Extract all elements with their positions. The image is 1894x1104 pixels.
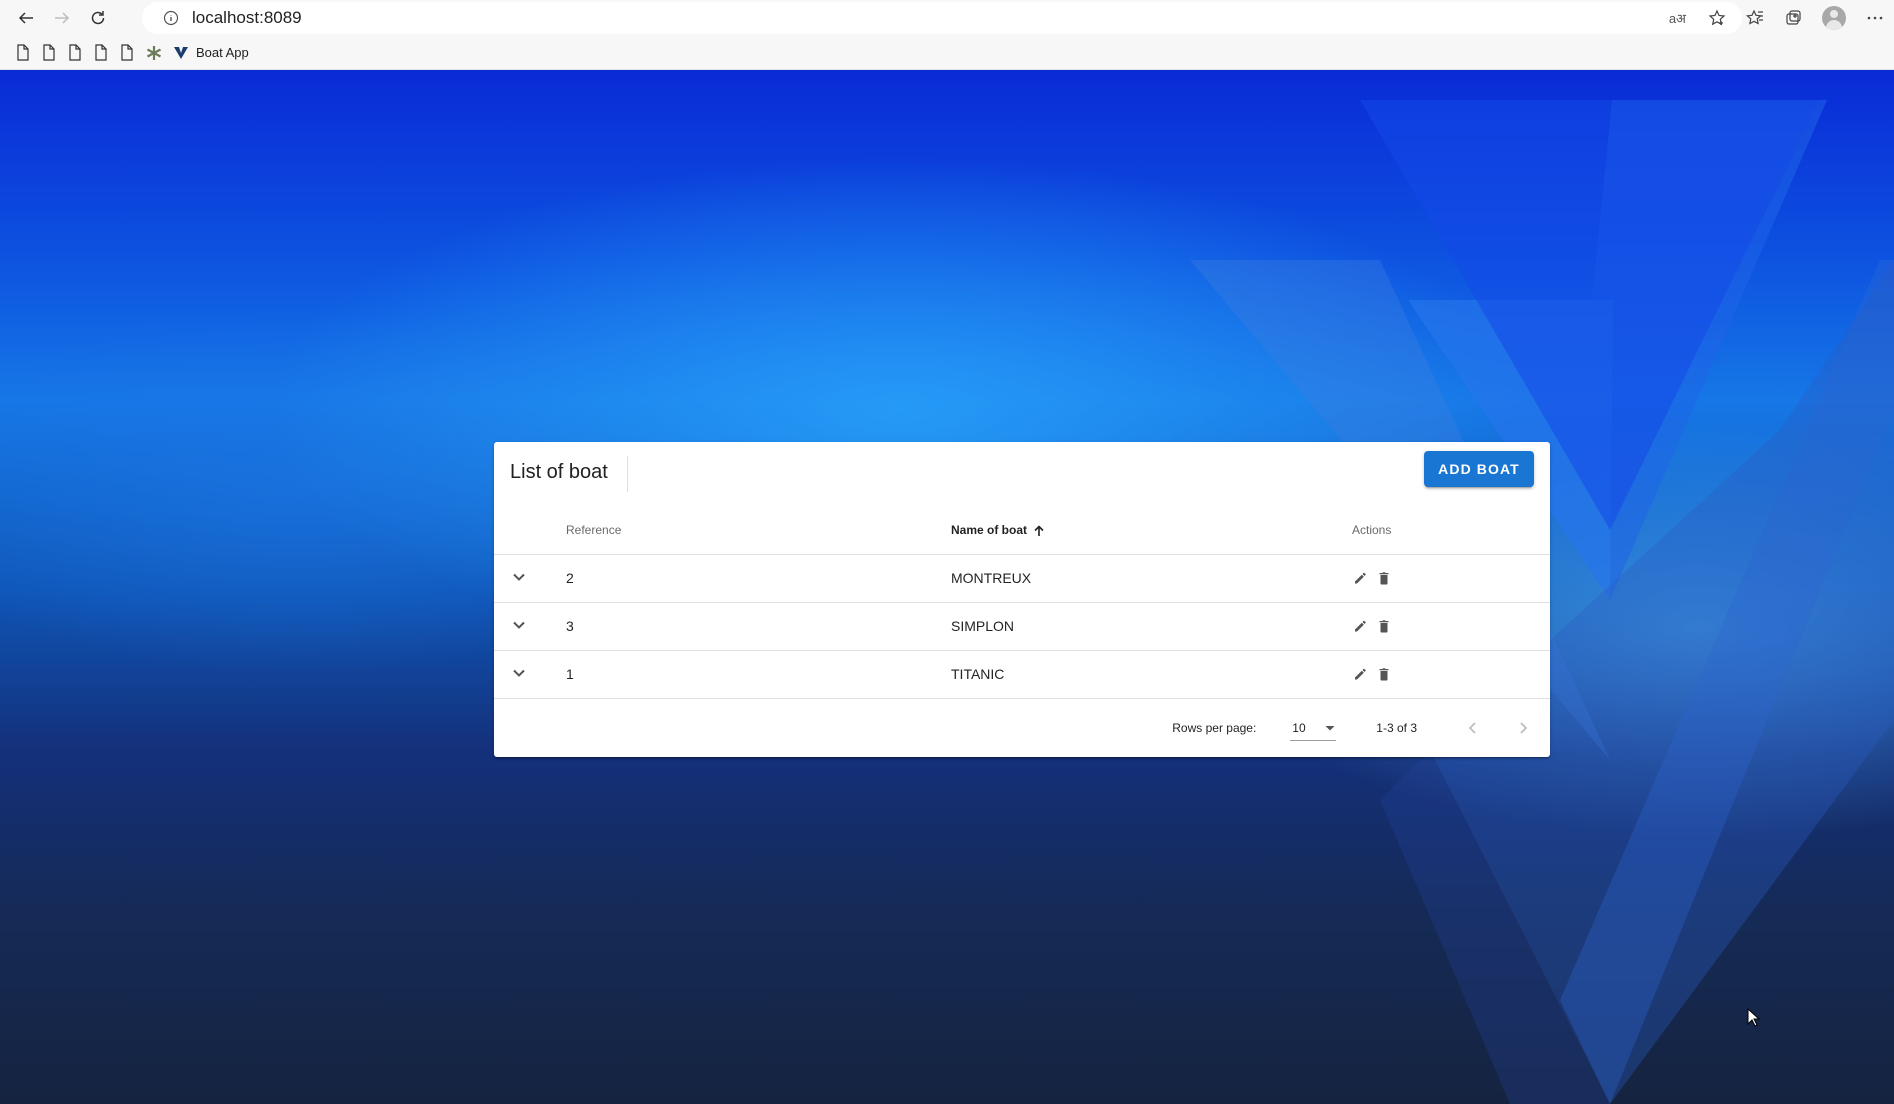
trash-icon[interactable] (1376, 618, 1392, 634)
address-bar[interactable]: localhost:8089 aअ (142, 2, 1742, 34)
more-options-icon[interactable] (1866, 9, 1884, 27)
app-background: List of boat ADD BOAT Reference Name of … (0, 70, 1894, 1104)
forward-button[interactable] (44, 0, 80, 36)
mouse-cursor-icon (1747, 1008, 1761, 1027)
pencil-icon[interactable] (1352, 570, 1368, 586)
table-row: 2 MONTREUX (494, 554, 1550, 603)
bookmark-item[interactable] (114, 39, 140, 67)
bookmark-label: Boat App (196, 45, 249, 60)
row-actions (1352, 618, 1550, 634)
table-header-row: Reference Name of boat Actions (494, 506, 1550, 555)
name-header[interactable]: Name of boat (951, 506, 1352, 555)
table-row: 3 SIMPLON (494, 602, 1550, 651)
expand-column-header (494, 506, 550, 555)
table-footer: Rows per page: 10 1-3 of 3 (494, 699, 1550, 757)
chevron-down-icon[interactable] (512, 666, 526, 680)
table-row: 1 TITANIC (494, 650, 1550, 699)
bookmark-item[interactable] (62, 39, 88, 67)
bookmarks-bar: Boat App (0, 36, 1894, 70)
chevron-down-icon[interactable] (512, 570, 526, 584)
reference-header[interactable]: Reference (550, 506, 951, 555)
rows-per-page-select[interactable]: 10 (1290, 715, 1337, 741)
caret-down-icon (1325, 725, 1335, 730)
row-actions (1352, 570, 1550, 586)
site-info-icon[interactable] (156, 10, 186, 26)
rows-per-page-value: 10 (1292, 720, 1306, 735)
title-divider (627, 456, 628, 492)
bookmark-item[interactable] (140, 39, 168, 67)
reload-icon (91, 11, 105, 25)
chevron-down-icon[interactable] (512, 618, 526, 632)
pencil-icon[interactable] (1352, 666, 1368, 682)
add-favorite-icon[interactable] (1708, 9, 1726, 27)
asterisk-icon (146, 45, 162, 60)
name-cell: SIMPLON (951, 602, 1352, 651)
url-text[interactable]: localhost:8089 (192, 8, 302, 28)
reference-cell: 3 (550, 602, 951, 651)
name-header-label: Name of boat (951, 522, 1028, 537)
chevron-left-icon (1468, 722, 1476, 734)
bookmark-boat-app[interactable]: Boat App (168, 39, 255, 67)
card-header: List of boat ADD BOAT (494, 442, 1550, 506)
previous-page-button[interactable] (1463, 718, 1483, 738)
collections-icon[interactable] (1784, 9, 1802, 27)
bookmark-item[interactable] (36, 39, 62, 67)
boat-table: Reference Name of boat Actions 2 MONTREU… (494, 506, 1550, 699)
rows-per-page-label: Rows per page: (1172, 721, 1257, 735)
address-bar-actions: aअ (1669, 2, 1726, 34)
name-cell: TITANIC (951, 650, 1352, 699)
browser-toolbar: localhost:8089 aअ (0, 0, 1894, 36)
reload-button[interactable] (80, 0, 116, 36)
doc-icon (121, 44, 133, 61)
profile-avatar[interactable] (1822, 6, 1846, 30)
back-button[interactable] (8, 0, 44, 36)
boat-list-card: List of boat ADD BOAT Reference Name of … (494, 442, 1550, 757)
name-cell: MONTREUX (951, 554, 1352, 603)
actions-header: Actions (1352, 506, 1550, 555)
pencil-icon[interactable] (1352, 618, 1368, 634)
bookmark-item[interactable] (10, 39, 36, 67)
trash-icon[interactable] (1376, 666, 1392, 682)
vuetify-v-icon (174, 46, 188, 59)
arrow-left-icon (18, 12, 33, 24)
chevron-right-icon (1520, 722, 1528, 734)
doc-icon (69, 44, 81, 61)
browser-toolbar-right (1746, 0, 1894, 36)
pagination-range: 1-3 of 3 (1376, 721, 1417, 735)
doc-icon (43, 44, 55, 61)
arrow-right-icon (55, 12, 70, 24)
card-title: List of boat (510, 461, 608, 483)
next-page-button[interactable] (1513, 718, 1533, 738)
bookmark-item[interactable] (88, 39, 114, 67)
reference-cell: 1 (550, 650, 951, 699)
favorites-icon[interactable] (1746, 9, 1764, 27)
doc-icon (17, 44, 29, 61)
add-boat-button[interactable]: ADD BOAT (1424, 451, 1534, 487)
row-actions (1352, 666, 1550, 682)
read-aloud-icon[interactable]: aअ (1669, 9, 1686, 27)
arrow-up-sort-icon[interactable] (1033, 524, 1045, 537)
doc-icon (95, 44, 107, 61)
trash-icon[interactable] (1376, 570, 1392, 586)
reference-cell: 2 (550, 554, 951, 603)
